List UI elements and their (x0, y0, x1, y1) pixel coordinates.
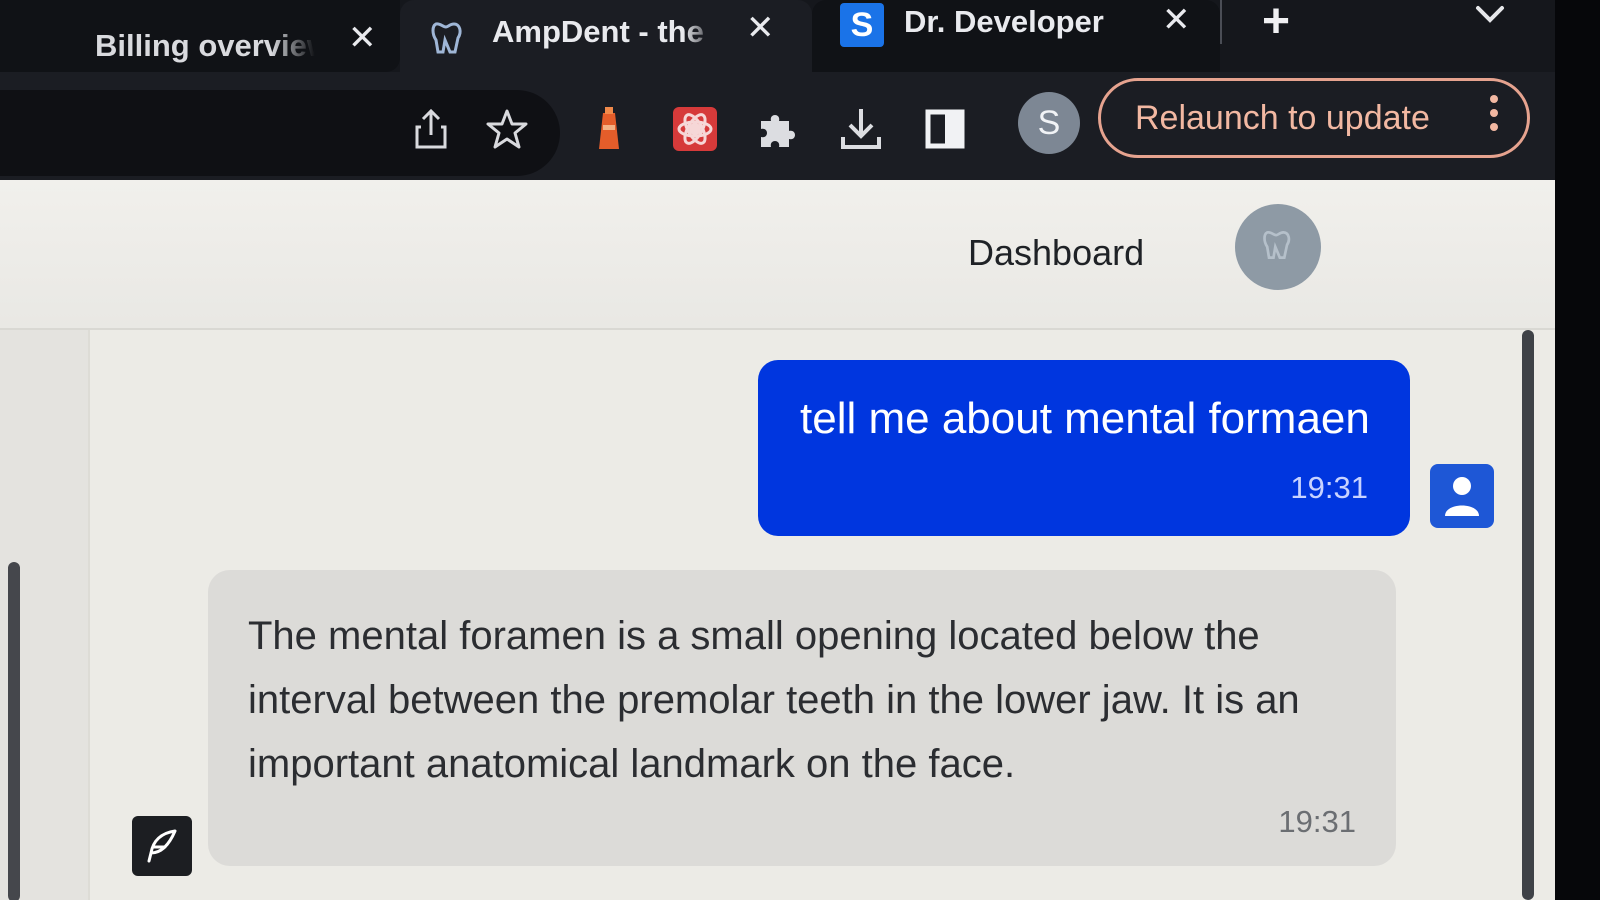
new-tab-button[interactable]: + (1262, 0, 1290, 49)
extension-red-icon[interactable] (666, 100, 724, 158)
side-panel-icon[interactable] (916, 100, 974, 158)
tooth-icon (1260, 227, 1296, 268)
close-icon[interactable]: ✕ (1162, 0, 1191, 40)
user-avatar-icon (1430, 464, 1494, 528)
extensions-puzzle-icon[interactable] (748, 100, 806, 158)
dashboard-link[interactable]: Dashboard (968, 232, 1144, 274)
more-menu-icon[interactable] (1489, 95, 1499, 141)
message-timestamp: 19:31 (1290, 470, 1368, 505)
message-timestamp: 19:31 (1278, 804, 1356, 839)
browser-toolbar: S Relaunch to update (0, 72, 1555, 180)
close-icon[interactable]: ✕ (348, 18, 377, 58)
user-message: tell me about mental formaen 19:31 (758, 360, 1410, 536)
feather-icon (132, 816, 192, 876)
tab-strip: Billing overview ✕ AmpDent - the ✕ S Dr.… (0, 0, 1555, 76)
app-header: Dashboard (0, 180, 1555, 330)
relaunch-to-update-button[interactable]: Relaunch to update (1098, 78, 1530, 158)
tab-title: AmpDent - the (492, 14, 704, 49)
user-menu-avatar[interactable] (1235, 204, 1321, 290)
share-icon[interactable] (402, 100, 460, 158)
tab-dr-developer[interactable]: S Dr. Developer ✕ (812, 0, 1220, 72)
tab-ampdent[interactable]: AmpDent - the ✕ (400, 0, 812, 72)
bookmark-star-icon[interactable] (478, 100, 536, 158)
relaunch-label: Relaunch to update (1135, 98, 1430, 137)
download-icon[interactable] (832, 100, 890, 158)
web-page: Dashboard tell me about mental formaen 1… (0, 180, 1555, 900)
tab-title: Dr. Developer (904, 4, 1104, 39)
tooth-icon (428, 18, 468, 58)
message-text: tell me about mental formaen (800, 394, 1370, 443)
tab-title: Billing overview (95, 28, 315, 63)
assistant-message: The mental foramen is a small opening lo… (208, 570, 1396, 866)
sidebar-scrollbar[interactable] (8, 562, 20, 900)
tab-divider (1220, 0, 1222, 44)
message-text: The mental foramen is a small opening lo… (248, 614, 1300, 786)
close-icon[interactable]: ✕ (746, 8, 775, 48)
s-letter-icon: S (840, 3, 884, 47)
profile-avatar[interactable]: S (1018, 92, 1080, 154)
chat-scrollbar[interactable] (1522, 330, 1534, 900)
screen-bezel (1555, 0, 1600, 900)
chat-thread: tell me about mental formaen 19:31 The m… (0, 330, 1555, 900)
address-bar[interactable] (0, 90, 560, 176)
extension-lighthouse-icon[interactable] (580, 100, 638, 158)
chevron-down-icon[interactable] (1470, 0, 1510, 30)
tab-billing-overview[interactable]: Billing overview ✕ (0, 0, 400, 72)
